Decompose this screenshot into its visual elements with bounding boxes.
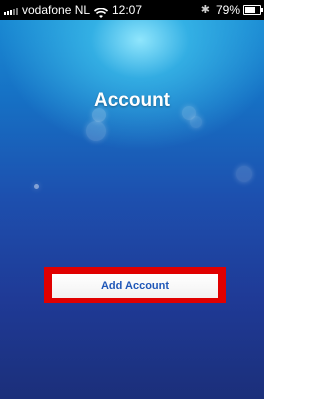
battery-percent: 79% [215, 3, 240, 17]
status-left: vodafone NL [4, 0, 109, 20]
bokeh-decoration [86, 121, 106, 141]
wifi-icon [94, 5, 109, 18]
status-time: 12:07 [112, 3, 143, 17]
bokeh-decoration [236, 166, 252, 182]
bokeh-decoration [34, 184, 39, 189]
bluetooth-icon: ✱ [200, 4, 210, 16]
add-account-button[interactable]: Add Account [52, 274, 218, 298]
status-right: ✱ 79% [200, 0, 263, 20]
battery-icon [243, 5, 263, 15]
account-screen: vodafone NL 12:07 ✱ 79% Account Add Acco… [0, 0, 264, 399]
status-bar: vodafone NL 12:07 ✱ 79% [0, 0, 264, 20]
page-title: Account [94, 90, 170, 111]
bokeh-decoration [190, 116, 202, 128]
signal-icon [4, 6, 19, 15]
carrier-name: vodafone NL [22, 3, 91, 17]
